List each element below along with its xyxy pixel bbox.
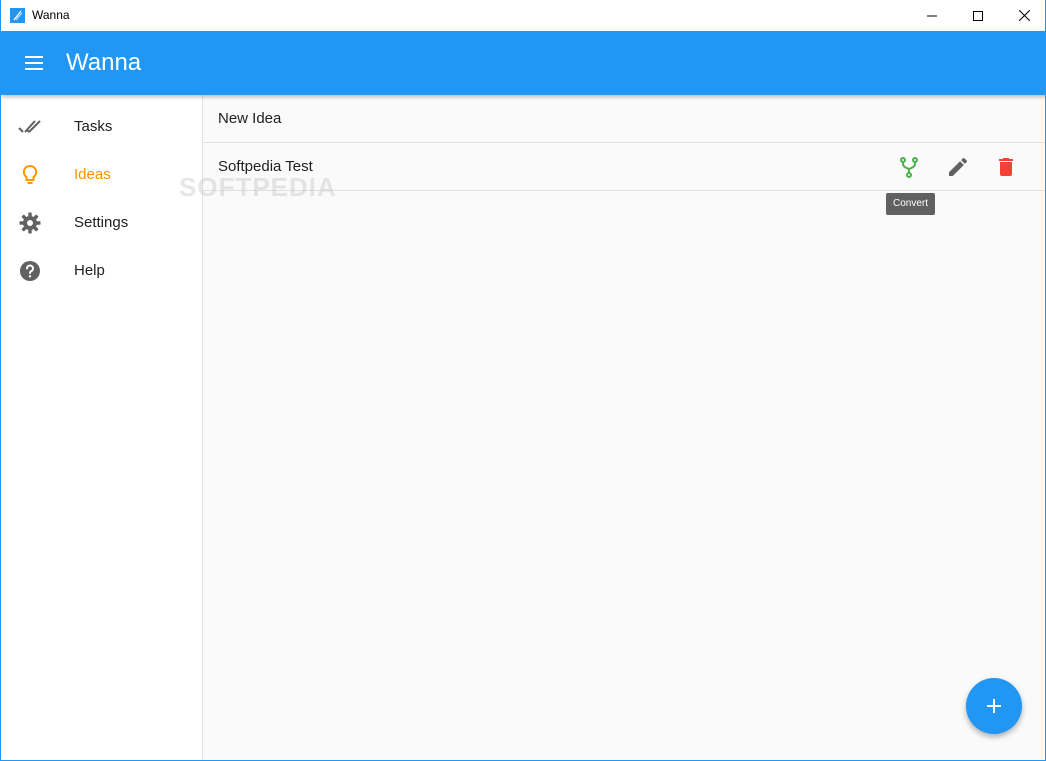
plus-icon	[987, 699, 1001, 713]
gear-icon	[19, 212, 41, 234]
sidebar-item-label: Tasks	[74, 118, 113, 135]
window-title: Wanna	[32, 8, 70, 22]
minimize-icon	[927, 15, 937, 16]
sidebar-item-label: Help	[74, 262, 105, 279]
sidebar-item-settings[interactable]: Settings	[1, 199, 202, 247]
help-circle-icon	[20, 261, 40, 281]
add-idea-button[interactable]	[966, 678, 1022, 734]
sidebar-item-label: Settings	[74, 214, 129, 231]
sidebar-item-ideas[interactable]: Ideas	[1, 151, 202, 199]
maximize-icon	[973, 10, 983, 21]
fork-icon[interactable]	[897, 155, 921, 179]
app-bar: Wanna	[1, 31, 1045, 95]
title-bar: Wanna	[1, 0, 1045, 31]
sidebar: Tasks Ideas Settings Help	[1, 95, 203, 760]
app-logo-icon	[10, 8, 25, 23]
app-window: Wanna Wanna Tasks Ideas Settings Help Ne…	[0, 0, 1046, 761]
new-idea-row[interactable]: New Idea	[203, 95, 1045, 143]
sidebar-item-help[interactable]: Help	[1, 247, 202, 295]
maximize-button[interactable]	[955, 0, 1001, 31]
hamburger-menu-icon	[25, 56, 43, 70]
new-idea-label: New Idea	[218, 110, 282, 127]
softpedia-watermark: SOFTPEDIA	[179, 172, 337, 202]
trash-icon[interactable]	[994, 155, 1018, 179]
pencil-icon[interactable]	[946, 155, 970, 179]
lightbulb-icon	[22, 164, 38, 184]
sidebar-item-tasks[interactable]: Tasks	[1, 103, 202, 151]
close-icon	[1018, 10, 1030, 21]
convert-tooltip: Convert	[886, 193, 935, 215]
menu-button[interactable]	[18, 47, 50, 79]
sidebar-item-label: Ideas	[74, 166, 111, 183]
minimize-button[interactable]	[909, 0, 955, 31]
double-check-icon	[18, 120, 41, 133]
app-title: Wanna	[66, 49, 142, 76]
close-button[interactable]	[1001, 0, 1045, 31]
